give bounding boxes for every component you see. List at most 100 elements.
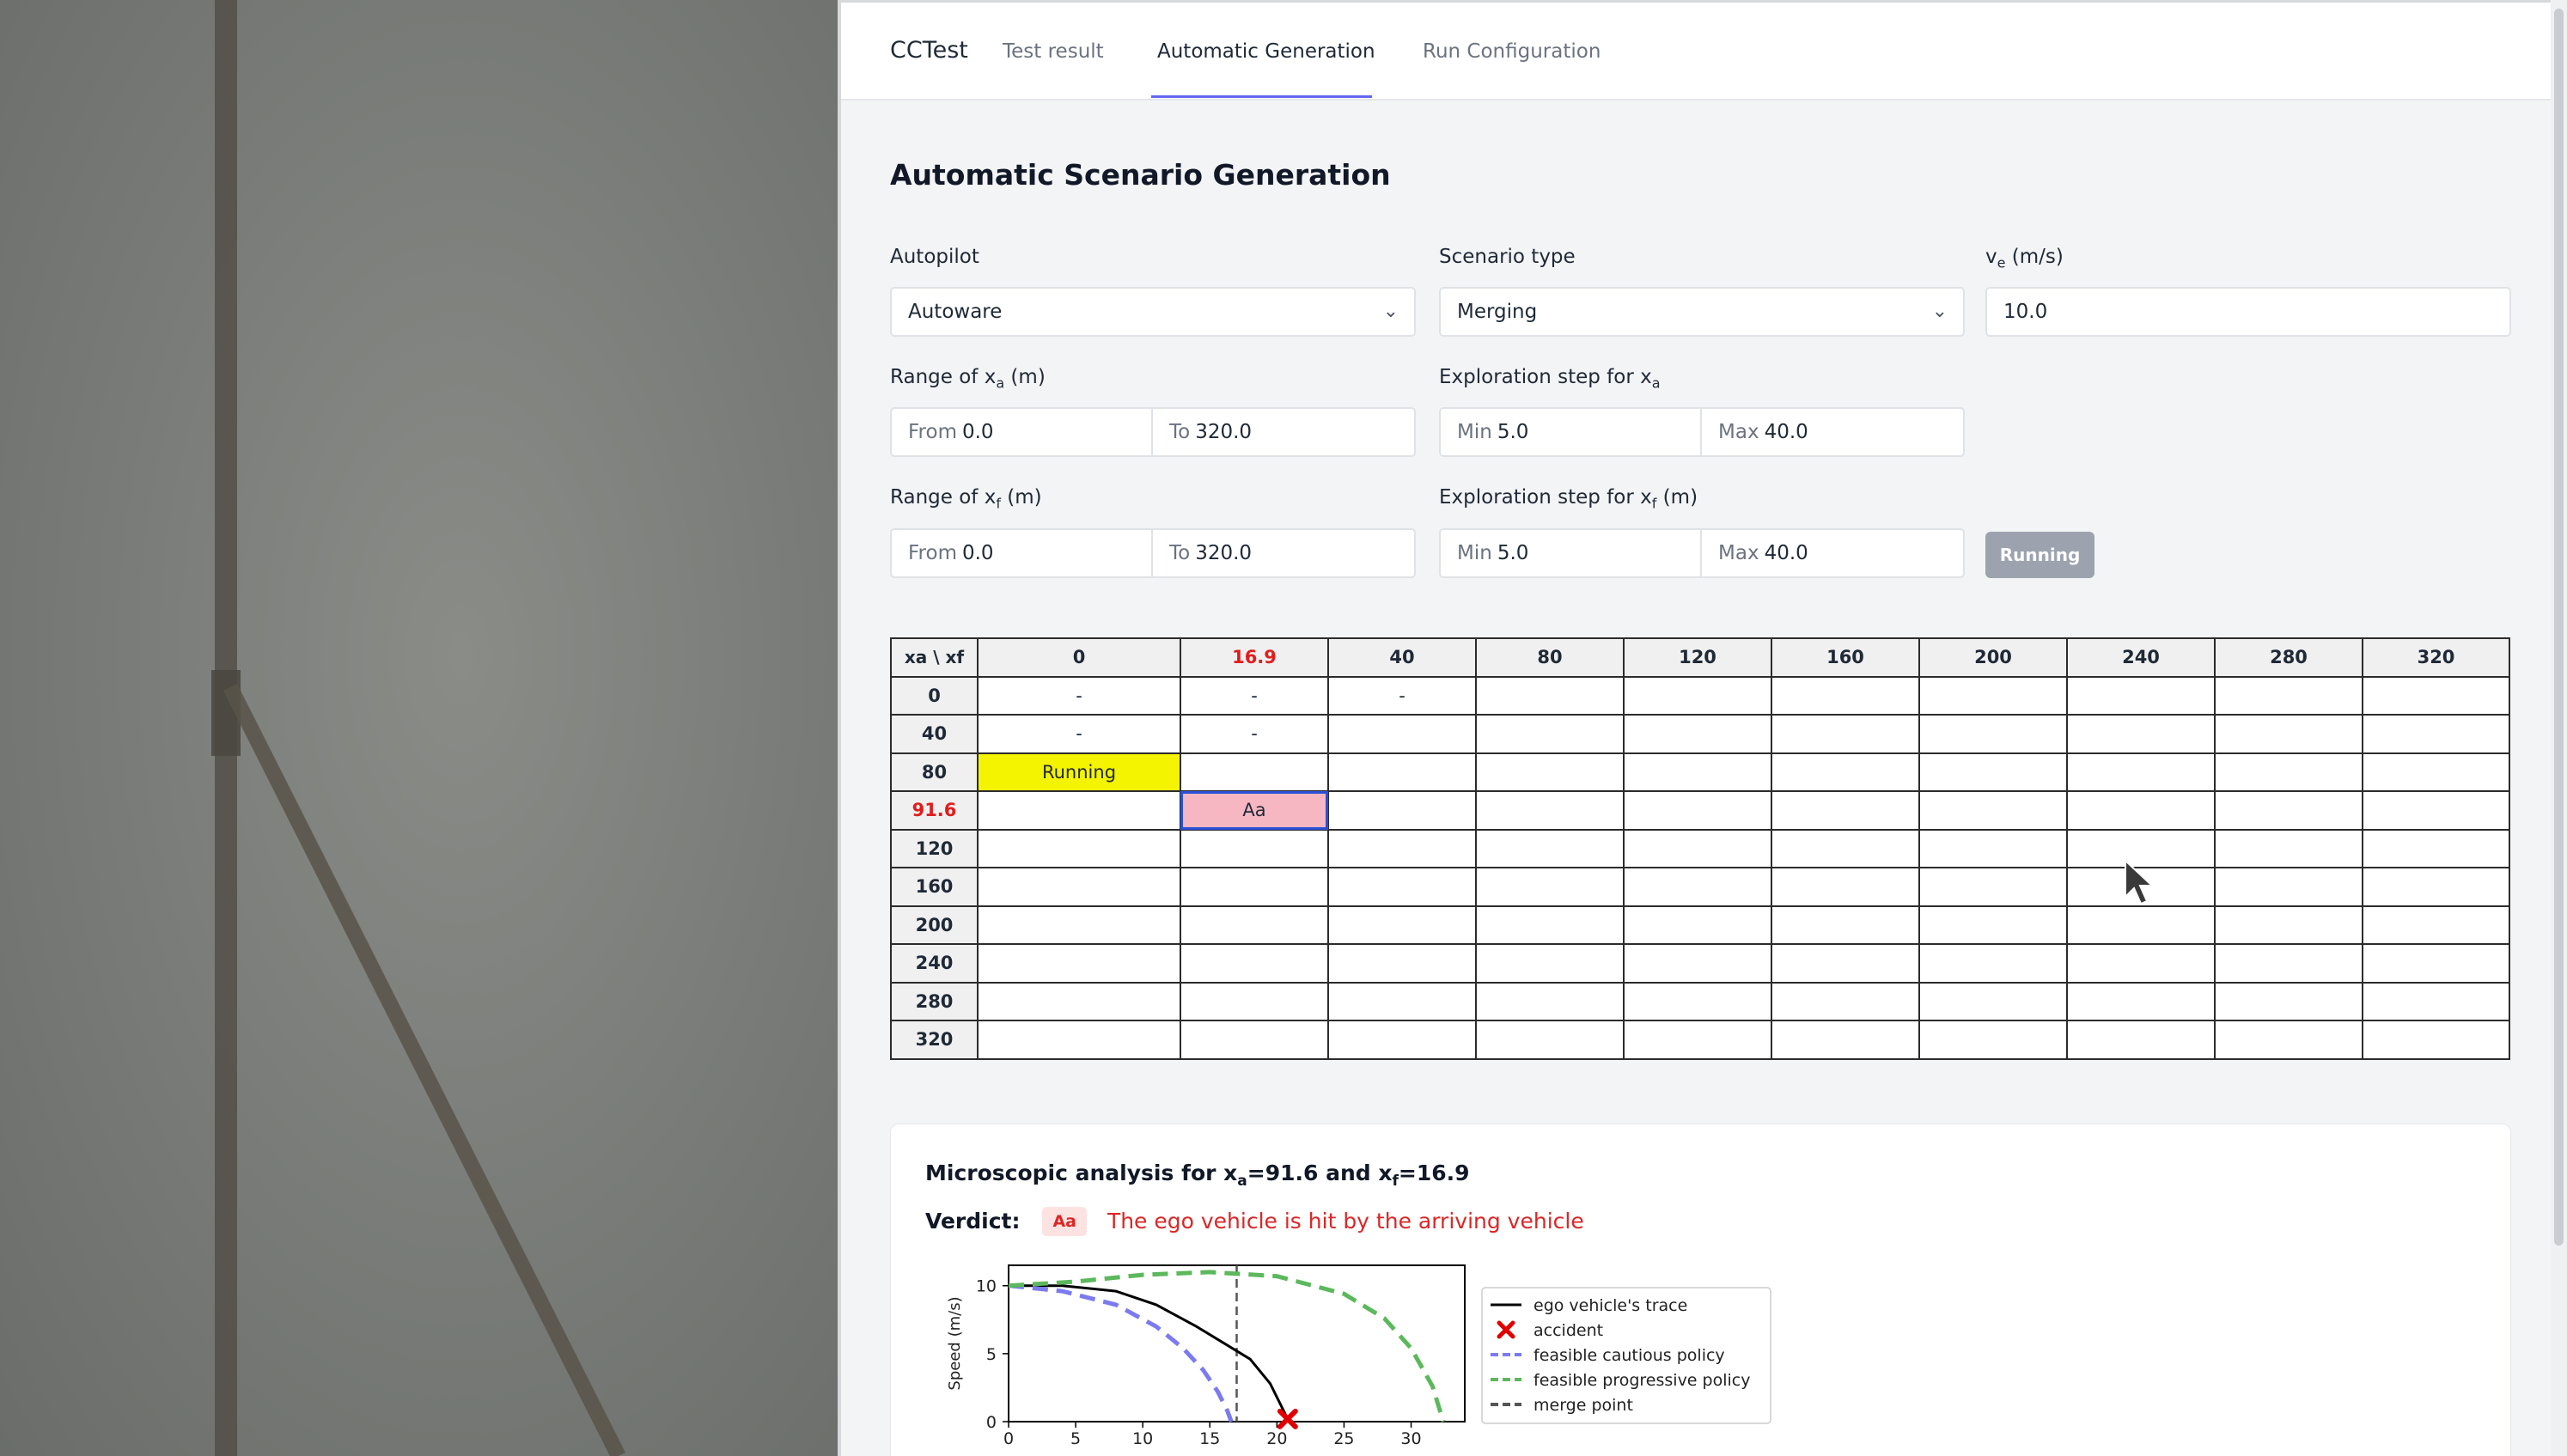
grid-cell[interactable] [1180, 943, 1329, 984]
grid-cell[interactable] [1771, 981, 1920, 1021]
grid-cell[interactable] [1475, 790, 1625, 831]
grid-cell[interactable] [2214, 1020, 2363, 1060]
grid-cell[interactable] [1623, 790, 1772, 831]
grid-cell[interactable] [2066, 675, 2216, 716]
grid-cell[interactable] [2362, 714, 2510, 754]
grid-cell[interactable] [2362, 1020, 2510, 1060]
grid-cell[interactable] [2214, 981, 2363, 1021]
grid-cell[interactable] [1475, 752, 1625, 792]
grid-cell[interactable] [1327, 943, 1477, 984]
scrollbar[interactable] [2551, 0, 2567, 1456]
grid-cell[interactable] [1475, 1020, 1625, 1060]
grid-cell[interactable] [1623, 943, 1772, 984]
grid-cell[interactable] [2214, 752, 2363, 792]
brand-logo[interactable]: CCTest [890, 37, 968, 64]
grid-cell[interactable] [1327, 905, 1477, 945]
step-xa-max-input[interactable]: Max 40.0 [1700, 407, 1965, 457]
grid-cell[interactable]: Aa [1180, 790, 1329, 831]
grid-cell[interactable] [2362, 981, 2510, 1021]
range-xf-to-input[interactable]: To 320.0 [1151, 528, 1416, 578]
grid-cell[interactable] [977, 943, 1181, 984]
grid-cell[interactable] [2362, 828, 2510, 868]
grid-cell[interactable] [1327, 981, 1477, 1021]
grid-cell[interactable] [1771, 943, 1920, 984]
grid-cell[interactable] [1180, 1020, 1329, 1060]
grid-cell[interactable] [2066, 905, 2216, 945]
ve-input[interactable]: 10.0 [1985, 287, 2511, 337]
grid-cell[interactable] [1475, 675, 1625, 716]
grid-cell[interactable] [2066, 752, 2216, 792]
grid-cell[interactable] [1623, 981, 1772, 1021]
grid-cell[interactable] [2362, 790, 2510, 831]
grid-cell[interactable]: Running [977, 752, 1181, 792]
grid-cell[interactable] [1771, 905, 1920, 945]
run-button[interactable]: Running [1985, 532, 2094, 578]
grid-cell[interactable] [1918, 905, 2068, 945]
tab-test-result[interactable]: Test result [1003, 40, 1104, 63]
grid-cell[interactable] [1475, 943, 1625, 984]
grid-cell[interactable] [1623, 752, 1772, 792]
grid-cell[interactable] [1327, 1020, 1477, 1060]
grid-cell[interactable] [1475, 714, 1625, 754]
grid-cell[interactable] [1771, 790, 1920, 831]
grid-cell[interactable] [1918, 790, 2068, 831]
grid-cell[interactable] [2362, 752, 2510, 792]
grid-cell[interactable] [2214, 867, 2363, 907]
grid-cell[interactable] [2214, 675, 2363, 716]
grid-cell[interactable] [1623, 714, 1772, 754]
grid-cell[interactable] [977, 1020, 1181, 1060]
grid-cell[interactable] [2214, 905, 2363, 945]
grid-cell[interactable] [2214, 714, 2363, 754]
grid-cell[interactable] [1180, 905, 1329, 945]
grid-cell[interactable] [977, 790, 1181, 831]
grid-cell[interactable] [1180, 752, 1329, 792]
grid-cell[interactable] [977, 828, 1181, 868]
grid-cell[interactable] [1180, 981, 1329, 1021]
grid-cell[interactable] [1327, 828, 1477, 868]
grid-cell[interactable] [1771, 752, 1920, 792]
grid-cell[interactable] [2066, 981, 2216, 1021]
grid-cell[interactable]: - [977, 714, 1181, 754]
grid-cell[interactable] [2362, 905, 2510, 945]
grid-cell[interactable] [1918, 675, 2068, 716]
grid-cell[interactable]: - [1180, 714, 1329, 754]
grid-cell[interactable] [1771, 714, 1920, 754]
step-xa-min-input[interactable]: Min 5.0 [1439, 407, 1702, 457]
scenario-type-select[interactable]: Merging ⌄ [1439, 287, 1965, 337]
grid-cell[interactable] [1475, 828, 1625, 868]
grid-cell[interactable] [977, 905, 1181, 945]
grid-cell[interactable] [1918, 828, 2068, 868]
grid-cell[interactable] [1918, 943, 2068, 984]
grid-cell[interactable] [1475, 867, 1625, 907]
grid-cell[interactable] [1623, 675, 1772, 716]
grid-cell[interactable] [2066, 790, 2216, 831]
grid-cell[interactable] [2362, 943, 2510, 984]
scrollbar-thumb[interactable] [2554, 9, 2564, 1246]
grid-cell[interactable] [1327, 752, 1477, 792]
range-xa-from-input[interactable]: From 0.0 [890, 407, 1153, 457]
grid-cell[interactable]: - [1180, 675, 1329, 716]
grid-cell[interactable] [1327, 714, 1477, 754]
grid-cell[interactable] [2066, 1020, 2216, 1060]
range-xf-from-input[interactable]: From 0.0 [890, 528, 1153, 578]
grid-cell[interactable]: - [977, 675, 1181, 716]
grid-cell[interactable] [1918, 752, 2068, 792]
grid-cell[interactable] [1475, 981, 1625, 1021]
range-xa-to-input[interactable]: To 320.0 [1151, 407, 1416, 457]
autopilot-select[interactable]: Autoware ⌄ [890, 287, 1416, 337]
grid-cell[interactable] [977, 867, 1181, 907]
grid-cell[interactable] [1623, 828, 1772, 868]
grid-cell[interactable] [1623, 1020, 1772, 1060]
grid-cell[interactable] [1771, 1020, 1920, 1060]
tab-run-configuration[interactable]: Run Configuration [1423, 40, 1601, 63]
step-xf-min-input[interactable]: Min 5.0 [1439, 528, 1702, 578]
grid-cell[interactable] [1623, 867, 1772, 907]
step-xf-max-input[interactable]: Max 40.0 [1700, 528, 1965, 578]
grid-cell[interactable] [2214, 943, 2363, 984]
grid-cell[interactable] [1180, 828, 1329, 868]
grid-cell[interactable] [1327, 790, 1477, 831]
grid-cell[interactable] [2362, 867, 2510, 907]
grid-cell[interactable] [977, 981, 1181, 1021]
grid-cell[interactable] [2362, 675, 2510, 716]
grid-cell[interactable] [1918, 714, 2068, 754]
